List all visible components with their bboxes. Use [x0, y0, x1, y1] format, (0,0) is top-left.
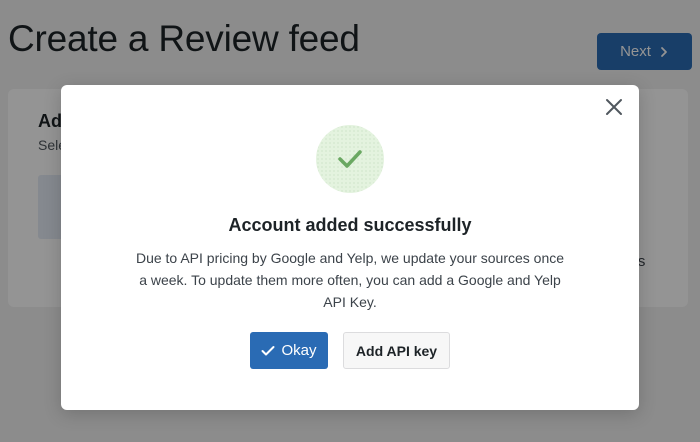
- success-modal: Account added successfully Due to API pr…: [61, 85, 639, 410]
- checkmark-icon: [261, 345, 275, 355]
- check-icon: [338, 150, 362, 168]
- modal-title: Account added successfully: [228, 215, 472, 235]
- add-api-key-label: Add API key: [355, 342, 438, 359]
- success-badge: [316, 125, 384, 193]
- okay-button[interactable]: Okay: [250, 332, 328, 369]
- modal-body: Due to API pricing by Google and Yelp, w…: [135, 250, 565, 310]
- close-icon: [606, 99, 622, 115]
- okay-button-label: Okay: [281, 342, 317, 359]
- close-button[interactable]: [602, 95, 626, 119]
- add-api-key-button[interactable]: Add API key: [343, 332, 450, 369]
